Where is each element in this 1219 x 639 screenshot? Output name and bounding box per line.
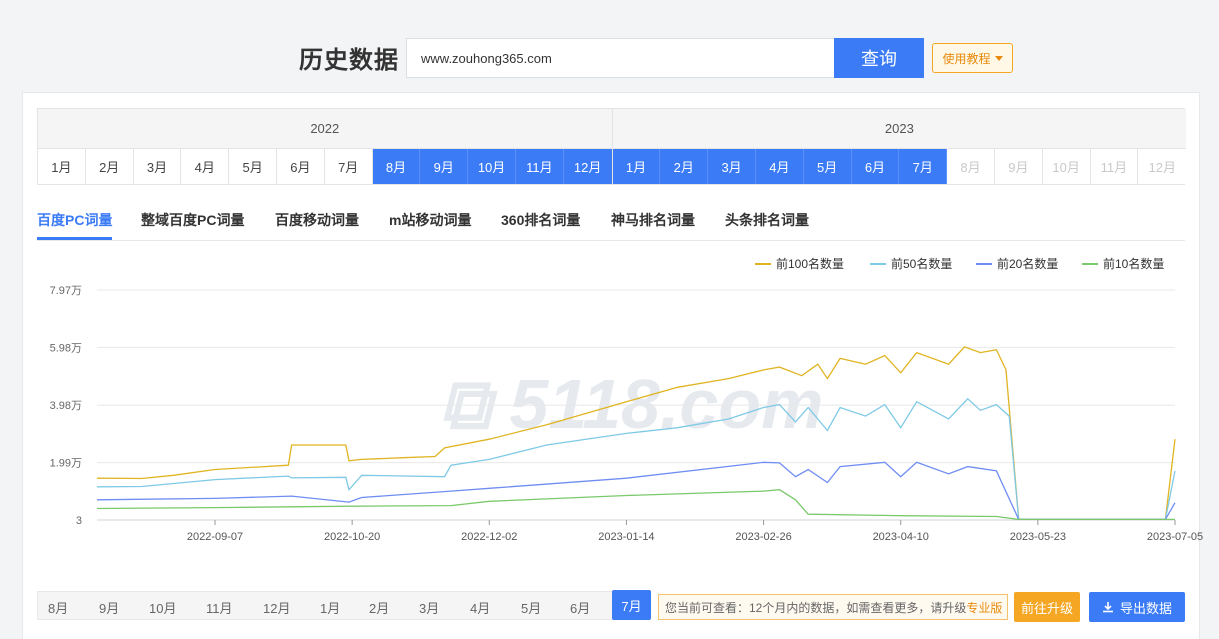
x-tick-label: 2023-05-23: [1010, 531, 1066, 543]
bottom-month-item[interactable]: 1月: [320, 598, 340, 617]
y-tick-label: 3: [76, 515, 82, 527]
watermark-logo: ⧉ 5118.com: [440, 365, 823, 443]
bottom-month-bar: 8月 9月 10月 11月 12月 1月 2月 3月 4月 5月 6月 7月: [37, 590, 651, 620]
upgrade-notice: 您当前可查看：12个月内的数据，如需查看更多，请升级 专业版: [658, 594, 1008, 620]
bottom-month-item[interactable]: 4月: [470, 598, 490, 617]
x-tick-label: 2022-09-07: [187, 531, 243, 543]
x-tick-label: 2023-07-05: [1147, 531, 1203, 543]
x-tick-label: 2022-12-02: [461, 531, 517, 543]
bottom-month-item[interactable]: 6月: [570, 598, 590, 617]
bottom-month-item[interactable]: 11月: [206, 598, 233, 617]
x-tick-label: 2022-10-20: [324, 531, 380, 543]
bottom-month-item[interactable]: 9月: [99, 598, 119, 617]
legend-label: 前100名数量: [776, 256, 844, 271]
legend-label: 前50名数量: [891, 256, 952, 271]
bottom-month-item[interactable]: 12月: [263, 598, 290, 617]
upgrade-button[interactable]: 前往升级: [1014, 592, 1080, 622]
x-tick-label: 2023-04-10: [873, 531, 929, 543]
y-tick-label: 5.98万: [50, 342, 82, 354]
x-tick-label: 2023-02-26: [735, 531, 791, 543]
series-line: [96, 489, 1175, 521]
legend-label: 前20名数量: [997, 256, 1058, 271]
pro-version-link[interactable]: 专业版: [966, 599, 1002, 616]
bottom-month-item[interactable]: 7月: [612, 590, 651, 620]
watermark-text: ⧉ 5118.com: [440, 365, 823, 443]
legend-label: 前10名数量: [1103, 256, 1164, 271]
y-tick-label: 7.97万: [50, 285, 82, 297]
export-button[interactable]: 导出数据: [1089, 592, 1185, 622]
notice-text: 您当前可查看：12个月内的数据，如需查看更多，请升级: [665, 600, 967, 615]
y-tick-label: 1.99万: [50, 458, 82, 470]
download-icon: [1102, 602, 1113, 613]
bottom-month-item[interactable]: 3月: [419, 598, 439, 617]
y-tick-label: 3.98万: [50, 400, 82, 412]
bottom-month-item[interactable]: 10月: [149, 598, 176, 617]
bottom-month-item[interactable]: 5月: [521, 598, 541, 617]
x-tick-label: 2023-01-14: [598, 531, 654, 543]
series-line: [96, 461, 1176, 521]
export-label: 导出数据: [1119, 600, 1172, 616]
bottom-month-item[interactable]: 8月: [48, 598, 68, 617]
bottom-month-item[interactable]: 2月: [369, 598, 389, 617]
keyword-history-chart: ⧉ 5118.com 3 1.99万 3.98万 5.98万 7.97万 2022-09…: [50, 256, 1204, 543]
